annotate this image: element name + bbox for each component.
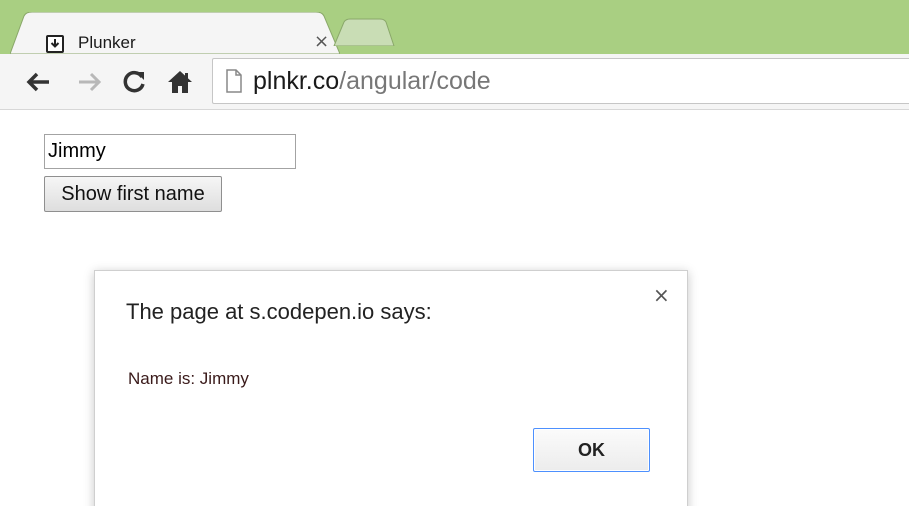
- name-input[interactable]: Jimmy: [44, 134, 296, 169]
- home-icon: [168, 71, 192, 93]
- forward-arrow-icon: [79, 72, 102, 92]
- dialog-message: Name is: Jimmy: [128, 369, 249, 388]
- back-button[interactable]: [18, 54, 58, 110]
- url-path: /angular/code: [339, 67, 491, 95]
- close-icon[interactable]: ×: [653, 285, 670, 305]
- tab-strip: Plunker ×: [0, 0, 909, 54]
- url-host: plnkr.co: [253, 67, 340, 95]
- address-bar[interactable]: plnkr.co/angular/code: [212, 58, 909, 104]
- ok-button[interactable]: OK: [533, 428, 650, 472]
- dialog-title: The page at s.codepen.io says:: [126, 299, 432, 324]
- page-icon: [226, 69, 242, 93]
- forward-button[interactable]: [70, 54, 110, 110]
- back-arrow-icon: [26, 72, 49, 92]
- download-arrow-icon: [46, 35, 64, 53]
- tab-title: Plunker: [78, 33, 136, 52]
- show-first-name-button[interactable]: Show first name: [44, 176, 222, 212]
- alert-dialog: The page at s.codepen.io says: × Name is…: [94, 270, 688, 506]
- url-text: plnkr.co/angular/code: [253, 67, 491, 95]
- new-tab-button[interactable]: [332, 18, 396, 46]
- home-button[interactable]: [160, 54, 200, 110]
- reload-icon: [123, 70, 145, 93]
- reload-button[interactable]: [114, 54, 154, 110]
- tab-plunker[interactable]: Plunker ×: [10, 12, 340, 54]
- tab-close-icon[interactable]: ×: [314, 33, 329, 51]
